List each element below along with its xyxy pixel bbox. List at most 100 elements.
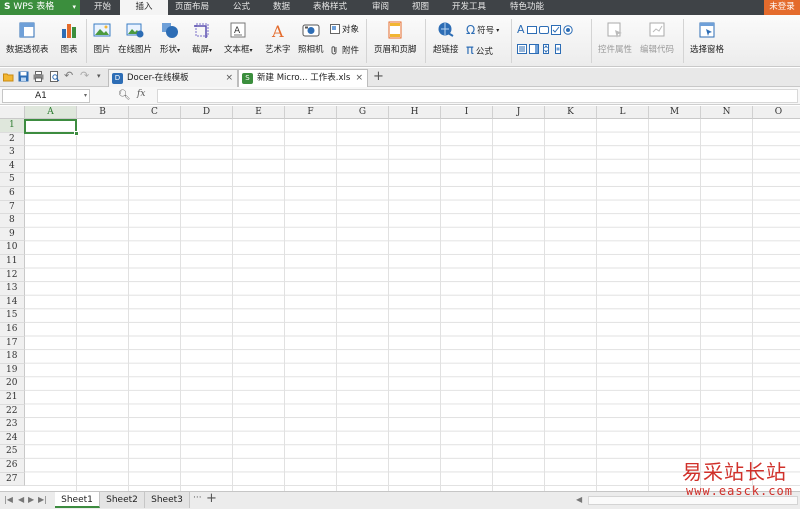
row-header[interactable]: 6	[0, 187, 25, 201]
sheet-tab-3[interactable]: Sheet3	[145, 492, 190, 508]
tab-insert[interactable]: 插入	[120, 0, 168, 15]
row-header[interactable]: 8	[0, 214, 25, 228]
object-button[interactable]: 对象	[330, 23, 359, 35]
row-header[interactable]: 21	[0, 391, 25, 405]
edit-code-button[interactable]: 编辑代码	[640, 18, 674, 55]
tab-developer[interactable]: 开发工具	[452, 0, 486, 15]
row-header[interactable]: 2	[0, 132, 25, 147]
online-picture-button[interactable]: 在线图片	[118, 18, 152, 55]
column-header[interactable]: D	[181, 106, 233, 119]
row-header[interactable]: 23	[0, 418, 25, 432]
select-all-corner[interactable]	[0, 106, 25, 119]
checkbox-control-icon[interactable]	[550, 24, 561, 35]
tab-home[interactable]: 开始	[94, 0, 111, 15]
row-header[interactable]: 20	[0, 377, 25, 391]
row-header[interactable]: 19	[0, 363, 25, 378]
spinner-control-icon[interactable]	[541, 44, 551, 54]
open-folder-icon[interactable]	[3, 71, 14, 82]
combobox-control-icon[interactable]	[529, 44, 539, 54]
last-sheet-icon[interactable]: ▶|	[38, 495, 47, 504]
fill-handle[interactable]	[74, 131, 79, 136]
radio-control-icon[interactable]	[562, 24, 573, 35]
customize-chevron-icon[interactable]: ▾	[97, 71, 108, 82]
tab-formulas[interactable]: 公式	[233, 0, 250, 15]
column-header[interactable]: L	[597, 106, 649, 119]
screenshot-button[interactable]: 截屏▾	[192, 18, 212, 55]
row-header[interactable]: 1	[0, 119, 25, 133]
tab-table-style[interactable]: 表格样式	[313, 0, 347, 15]
formula-input[interactable]	[157, 89, 798, 103]
label-control-icon[interactable]: A	[517, 23, 525, 36]
more-sheets-icon[interactable]: ···	[193, 493, 202, 503]
tab-special[interactable]: 特色功能	[510, 0, 544, 15]
pivot-table-button[interactable]: 数据透视表	[6, 18, 49, 55]
row-header[interactable]: 17	[0, 336, 25, 351]
close-icon[interactable]: ×	[225, 70, 233, 87]
chevron-down-icon[interactable]: ▾	[84, 90, 87, 102]
row-header[interactable]: 5	[0, 173, 25, 187]
row-header[interactable]: 22	[0, 404, 25, 419]
picture-button[interactable]: 图片	[93, 18, 111, 55]
scroll-left-icon[interactable]: ◀	[576, 495, 582, 504]
symbol-button[interactable]: Ω 符号 ▾	[466, 23, 499, 37]
header-footer-button[interactable]: 页眉和页脚	[374, 18, 417, 55]
row-header[interactable]: 11	[0, 255, 25, 269]
row-header[interactable]: 12	[0, 268, 25, 283]
row-header[interactable]: 26	[0, 459, 25, 473]
column-header[interactable]: A	[25, 106, 77, 119]
login-button[interactable]: 未登录	[764, 0, 800, 15]
tab-workbook[interactable]: S 新建 Micro... 工作表.xls ×	[238, 69, 368, 87]
column-header[interactable]: B	[77, 106, 129, 119]
column-header[interactable]: G	[337, 106, 389, 119]
first-sheet-icon[interactable]: |◀	[4, 495, 13, 504]
row-header[interactable]: 13	[0, 282, 25, 296]
column-header[interactable]: J	[493, 106, 545, 119]
tab-data[interactable]: 数据	[273, 0, 290, 15]
cell-area[interactable]	[25, 119, 800, 491]
row-header[interactable]: 9	[0, 227, 25, 242]
column-header[interactable]: O	[753, 106, 800, 119]
row-header[interactable]: 24	[0, 431, 25, 446]
tab-docer-templates[interactable]: D Docer-在线模板 ×	[108, 69, 238, 87]
prev-sheet-icon[interactable]: ◀	[18, 495, 24, 504]
column-header[interactable]: I	[441, 106, 493, 119]
row-header[interactable]: 4	[0, 159, 25, 174]
add-sheet-icon[interactable]: +	[206, 491, 217, 506]
column-header[interactable]: C	[129, 106, 181, 119]
row-header[interactable]: 18	[0, 350, 25, 364]
row-header[interactable]: 14	[0, 295, 25, 310]
row-header[interactable]: 16	[0, 323, 25, 337]
column-header[interactable]: E	[233, 106, 285, 119]
column-header[interactable]: M	[649, 106, 701, 119]
print-preview-icon[interactable]	[49, 71, 60, 82]
column-header[interactable]: K	[545, 106, 597, 119]
new-tab-plus-icon[interactable]: +	[373, 70, 384, 84]
column-header[interactable]: F	[285, 106, 337, 119]
save-icon[interactable]	[18, 71, 29, 82]
zoom-icon[interactable]: 🔍︎	[118, 90, 131, 101]
undo-icon[interactable]: ↶	[64, 70, 75, 82]
button-control-icon[interactable]	[538, 25, 549, 35]
active-cell[interactable]	[24, 119, 79, 136]
row-header[interactable]: 25	[0, 445, 25, 459]
row-header[interactable]: 27	[0, 472, 25, 487]
close-icon[interactable]: ×	[355, 70, 363, 87]
redo-icon[interactable]: ↷	[80, 70, 91, 82]
column-header[interactable]: H	[389, 106, 441, 119]
textfield-control-icon[interactable]	[526, 25, 537, 35]
wordart-button[interactable]: A 艺术字	[265, 18, 291, 55]
tab-review[interactable]: 审阅	[372, 0, 389, 15]
next-sheet-icon[interactable]: ▶	[28, 495, 34, 504]
scrollbar-control-icon[interactable]	[553, 44, 563, 54]
camera-button[interactable]: 照相机	[298, 18, 324, 55]
textbox-button[interactable]: A 文本框▾	[224, 18, 253, 55]
sheet-tab-2[interactable]: Sheet2	[100, 492, 145, 508]
hyperlink-button[interactable]: 超链接	[433, 18, 459, 55]
app-menu-button[interactable]: S WPS 表格 ▾	[0, 0, 80, 15]
sheet-tab-1[interactable]: Sheet1	[55, 492, 100, 508]
shapes-button[interactable]: 形状▾	[160, 18, 180, 55]
chart-button[interactable]: 图表	[60, 18, 78, 55]
listbox-control-icon[interactable]	[517, 44, 527, 54]
name-box[interactable]: A1 ▾	[2, 89, 90, 103]
control-properties-button[interactable]: 控件属性	[598, 18, 632, 55]
